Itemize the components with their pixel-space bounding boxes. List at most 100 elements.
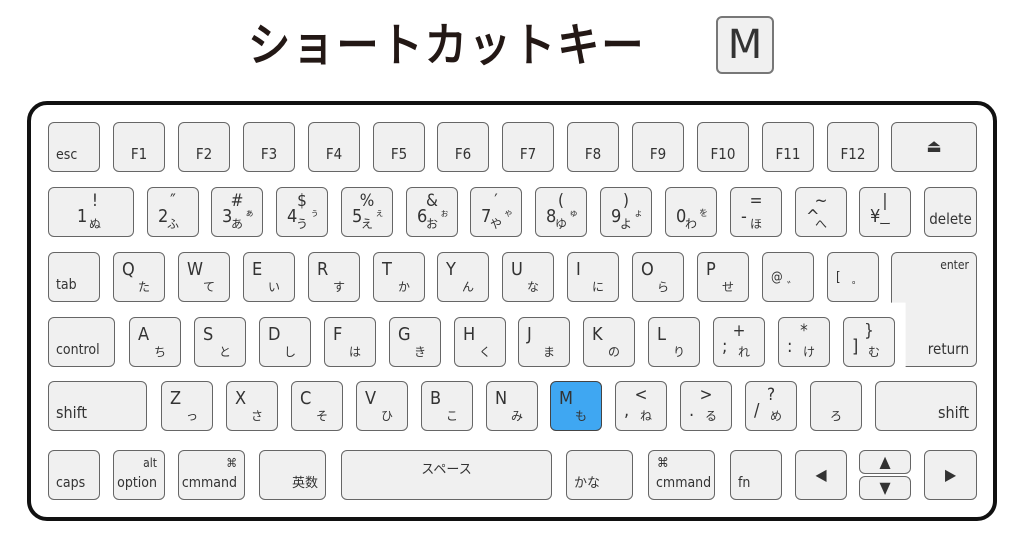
key-i[interactable]: Iに [567,252,619,302]
key-o[interactable]: Oら [632,252,684,302]
key-label: esc [56,147,78,163]
key-v[interactable]: Vひ [356,381,408,431]
key-1[interactable]: 1! ぬ [48,187,134,237]
key-option[interactable]: alt option [113,450,165,500]
key-shift-label: | [882,191,888,211]
key-u[interactable]: Uな [502,252,554,302]
key-sym10[interactable]: ろ [810,381,862,431]
key-f3[interactable]: F3 [243,122,295,172]
key-k[interactable]: Kの [583,317,635,367]
key-n[interactable]: Nみ [486,381,538,431]
key-arrow-right[interactable]: ▶ [924,450,977,500]
key-^[interactable]: ^ ~ へ [795,187,847,237]
key-arrow-left[interactable]: ◀ [795,450,847,500]
key-0[interactable]: 0わを [665,187,717,237]
key-sym9[interactable]: ; + れ [713,317,765,367]
key-main-label: T [382,259,392,280]
key-arrow-down[interactable]: ▼ [859,476,911,500]
key-s[interactable]: Sと [194,317,246,367]
key-h[interactable]: Hく [454,317,506,367]
key-c[interactable]: Cそ [291,381,343,431]
key-shift-right[interactable]: shift [875,381,977,431]
key-sym9[interactable]: /? め [745,381,797,431]
key-l[interactable]: Lり [648,317,700,367]
key-kana-label: や [489,217,503,231]
key-9[interactable]: 9) よょ [600,187,652,237]
key-return[interactable]: enter return [891,252,977,367]
key-shift-label: ? [766,385,776,405]
key-command-left[interactable]: ⌘ cmmand [178,450,245,500]
key-f11[interactable]: F11 [762,122,814,172]
key-f[interactable]: Fは [324,317,376,367]
key-kana-label: は [349,345,362,359]
key-eject[interactable]: ⏏ [891,122,977,172]
key-f9[interactable]: F9 [632,122,684,172]
key-sym7[interactable]: , < ね [615,381,667,431]
key-kana[interactable]: かな [566,450,633,500]
key-g[interactable]: Gき [389,317,441,367]
key-2[interactable]: 2 ″ ふ [147,187,199,237]
key-x[interactable]: Xさ [226,381,278,431]
key-w[interactable]: Wて [178,252,230,302]
key-f7[interactable]: F7 [502,122,554,172]
key-sym10[interactable]: @ ゛ [762,252,814,302]
key-kana-label: ら [657,280,670,294]
key-f5[interactable]: F5 [373,122,425,172]
key-f6[interactable]: F6 [437,122,489,172]
key-arrow-up[interactable]: ▲ [859,450,911,474]
key-f1[interactable]: F1 [113,122,165,172]
key-f4[interactable]: F4 [308,122,360,172]
key-fn[interactable]: fn [730,450,782,500]
key-f12[interactable]: F12 [827,122,879,172]
key-¥[interactable]: ¥ | ー [859,187,911,237]
key-space[interactable]: スペース [341,450,552,500]
key-control[interactable]: control [48,317,115,367]
key-kana-label: と [219,345,232,359]
key-shift-left[interactable]: shift [48,381,147,431]
key-q[interactable]: Qた [113,252,165,302]
key-eisu[interactable]: 英数 [259,450,326,500]
key-r[interactable]: Rす [308,252,360,302]
key-delete[interactable]: delete [924,187,977,237]
key-j[interactable]: Jま [518,317,570,367]
key-label: F5 [390,145,408,163]
key-sym11[interactable]: [゜ [827,252,879,302]
key-6[interactable]: 6 & おぉ [406,187,458,237]
key-label: F2 [195,145,213,163]
key-e[interactable]: Eい [243,252,295,302]
key-3[interactable]: 3 # あぁ [211,187,263,237]
key-main-label: ; [722,336,728,357]
key-sym10[interactable]: : * け [778,317,830,367]
arrow-right-icon: ▶ [944,465,957,484]
key-z[interactable]: Zっ [161,381,213,431]
key-command-right[interactable]: ⌘ cmmand [648,450,715,500]
key-label: F4 [325,145,343,163]
key-a[interactable]: Aち [129,317,181,367]
key-main-label: Y [446,259,456,280]
key-sym11[interactable]: ]} む [843,317,895,367]
key-main-label: G [398,324,411,345]
key-y[interactable]: Yん [437,252,489,302]
key--[interactable]: - = ほ [730,187,782,237]
key-sym8[interactable]: . > る [680,381,732,431]
command-icon: ⌘ [226,456,237,470]
key-b[interactable]: Bこ [421,381,473,431]
key-t[interactable]: Tか [373,252,425,302]
key-d[interactable]: Dし [259,317,311,367]
key-kana-small-label: を [698,209,708,219]
key-8[interactable]: 8(ゆゅ [535,187,587,237]
key-5[interactable]: 5% えぇ [341,187,393,237]
key-f2[interactable]: F2 [178,122,230,172]
key-esc[interactable]: esc [48,122,100,172]
key-label: control [56,342,100,358]
key-main-label: E [252,259,263,280]
key-f10[interactable]: F10 [697,122,749,172]
key-f8[interactable]: F8 [567,122,619,172]
key-4[interactable]: 4 $ うぅ [276,187,328,237]
key-7[interactable]: 7 ′ やゃ [470,187,522,237]
key-p[interactable]: Pせ [697,252,749,302]
key-caps[interactable]: caps [48,450,100,500]
key-m[interactable]: Mも [550,381,602,431]
key-main-label: W [187,259,204,280]
key-tab[interactable]: tab [48,252,100,302]
